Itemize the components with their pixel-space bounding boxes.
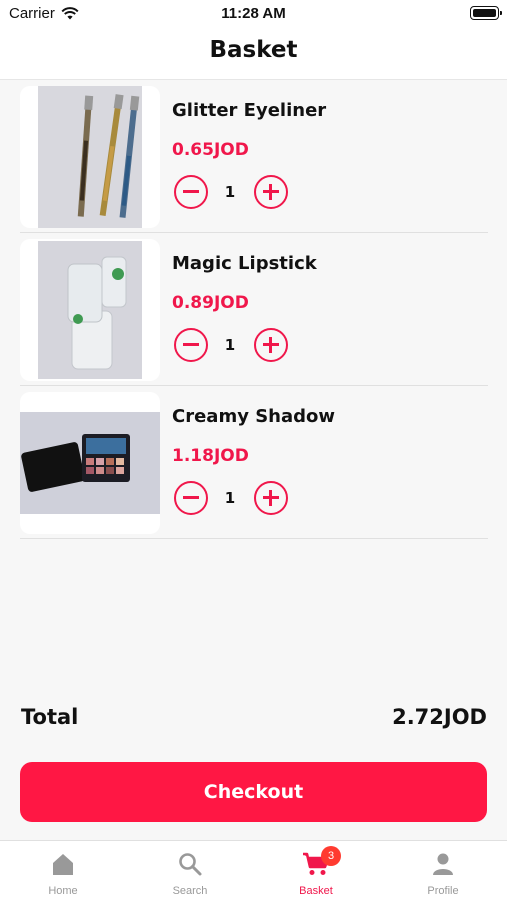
- decrease-quantity-button[interactable]: [174, 328, 208, 362]
- basket-item: Creamy Shadow 1.18JOD 1: [20, 386, 488, 539]
- total-value: 2.72JOD: [392, 705, 487, 729]
- decrease-quantity-button[interactable]: [174, 175, 208, 209]
- product-image-eyeliner: [20, 86, 160, 228]
- item-quantity: 1: [224, 183, 236, 201]
- home-icon: [53, 854, 73, 875]
- increase-quantity-button[interactable]: [254, 328, 288, 362]
- tab-label: Home: [48, 885, 78, 897]
- tab-label: Profile: [427, 885, 459, 897]
- status-bar: Carrier 11:28 AM: [0, 0, 507, 28]
- top-bar: Carrier 11:28 AM Basket: [0, 0, 507, 80]
- product-image-lipstick: [20, 239, 160, 381]
- search-icon: [179, 853, 202, 876]
- item-name: Glitter Eyeliner: [172, 100, 327, 121]
- tab-label: Basket: [299, 885, 333, 897]
- status-time: 11:28 AM: [221, 5, 286, 22]
- tab-profile[interactable]: Profile: [380, 841, 506, 900]
- item-quantity: 1: [224, 336, 236, 354]
- person-icon: [433, 853, 453, 875]
- increase-quantity-button[interactable]: [254, 175, 288, 209]
- checkout-button[interactable]: Checkout: [20, 762, 487, 822]
- basket-item: Glitter Eyeliner 0.65JOD 1: [20, 80, 488, 233]
- battery-icon: [470, 6, 502, 20]
- tab-label: Search: [172, 885, 208, 897]
- item-name: Creamy Shadow: [172, 406, 336, 427]
- item-price: 0.65JOD: [172, 140, 249, 160]
- tab-home[interactable]: Home: [0, 841, 126, 900]
- total-label: Total: [21, 705, 79, 729]
- item-price: 0.89JOD: [172, 293, 249, 313]
- tab-basket[interactable]: 3 Basket: [253, 841, 379, 900]
- basket-list: Glitter Eyeliner 0.65JOD 1 Magic Lipstic…: [20, 80, 488, 539]
- item-quantity: 1: [224, 489, 236, 507]
- cart-count-badge: 3: [321, 846, 341, 866]
- item-price: 1.18JOD: [172, 446, 249, 466]
- decrease-quantity-button[interactable]: [174, 481, 208, 515]
- product-image-eyeshadow: [20, 392, 160, 534]
- item-name: Magic Lipstick: [172, 253, 317, 274]
- basket-item: Magic Lipstick 0.89JOD 1: [20, 233, 488, 386]
- tab-bar: Home Search 3 Basket Profile: [0, 840, 507, 900]
- tab-search[interactable]: Search: [127, 841, 253, 900]
- increase-quantity-button[interactable]: [254, 481, 288, 515]
- page-title: Basket: [209, 37, 298, 63]
